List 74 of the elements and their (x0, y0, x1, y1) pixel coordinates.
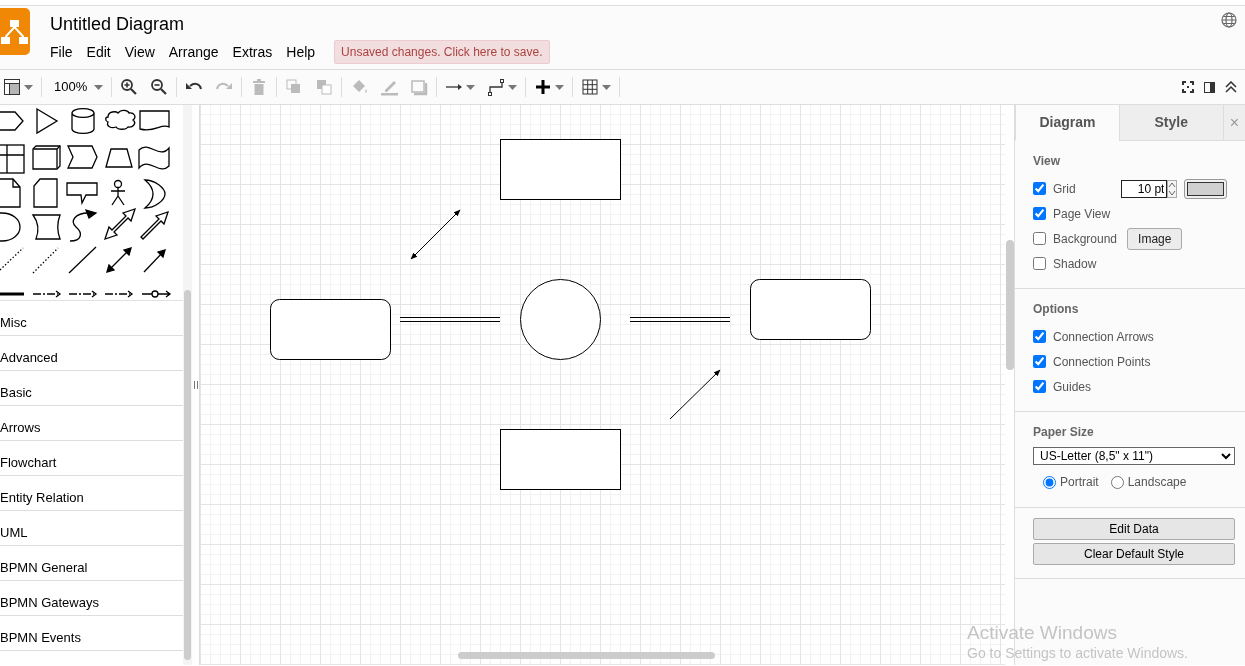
format-panel-icon[interactable] (1204, 81, 1215, 93)
radio-button[interactable] (1043, 475, 1056, 489)
double-line[interactable] (629, 317, 731, 322)
fullscreen-icon[interactable] (1182, 81, 1194, 93)
arrow[interactable] (669, 369, 721, 420)
radio-button[interactable] (1110, 475, 1124, 489)
option-label[interactable]: Connection Arrows (1033, 327, 1154, 346)
checkbox[interactable] (1033, 232, 1046, 245)
menu-item[interactable]: File (50, 41, 80, 63)
paper-size-select[interactable]: US-Letter (8,5" x 11") (1033, 447, 1235, 465)
option-label[interactable]: Connection Points (1033, 352, 1151, 371)
splitter-handle-icon[interactable] (193, 381, 198, 389)
option-label[interactable]: Grid (1033, 179, 1122, 198)
orientation-option[interactable]: Portrait (1043, 473, 1099, 491)
checkbox[interactable] (1033, 257, 1046, 270)
to-back-icon (315, 78, 334, 96)
panel-button[interactable]: Edit Data (1033, 518, 1235, 540)
caret-icon (602, 84, 612, 90)
zoom-dropdown[interactable]: 100% (50, 77, 104, 97)
section-heading: View (1033, 153, 1062, 170)
section-heading: Paper Size (1033, 424, 1095, 441)
shadow-icon (410, 78, 429, 96)
pencil-icon (380, 78, 399, 96)
menu-item[interactable]: Help (279, 41, 323, 63)
image-button[interactable]: Image (1127, 227, 1183, 250)
rounded-rectangle-shape[interactable] (270, 299, 391, 360)
diagram-title[interactable]: Untitled Diagram (50, 14, 1221, 34)
waypoint-icon (487, 78, 506, 96)
zoom-in-icon (120, 78, 139, 96)
scrollbar-thumb[interactable] (184, 290, 191, 660)
layout-button[interactable] (3, 78, 33, 96)
option-label[interactable]: Background (1033, 229, 1118, 248)
waypoint-button[interactable] (487, 78, 518, 96)
panel-tab[interactable]: Style (1118, 105, 1223, 141)
checkbox[interactable] (1033, 355, 1046, 368)
section-heading: Options (1033, 301, 1080, 318)
rounded-rectangle-shape[interactable] (750, 279, 871, 340)
zoom-in-button[interactable] (120, 78, 139, 96)
zoom-out-button[interactable] (150, 78, 169, 96)
double-line[interactable] (399, 317, 501, 322)
table-icon (581, 78, 600, 96)
menu-item[interactable]: View (117, 41, 162, 63)
caret-icon (555, 84, 565, 90)
scrollbar-thumb[interactable] (1006, 240, 1014, 370)
scrollbar-thumb[interactable] (458, 652, 715, 659)
grid-color-button[interactable] (1184, 178, 1227, 199)
save-notice[interactable]: Unsaved changes. Click here to save. (334, 40, 550, 64)
checkbox[interactable] (1033, 330, 1046, 343)
option-label[interactable]: Guides (1033, 377, 1092, 396)
option-label[interactable]: Shadow (1033, 254, 1097, 273)
collapse-icon[interactable] (1225, 81, 1237, 93)
option-label[interactable]: Page View (1033, 204, 1111, 223)
menu-item[interactable]: Extras (225, 41, 280, 63)
language-icon[interactable] (1221, 11, 1237, 28)
checkbox[interactable] (1033, 380, 1046, 393)
orientation-option[interactable]: Landscape (1110, 473, 1187, 491)
rectangle-shape[interactable] (500, 429, 621, 490)
table-button[interactable] (581, 78, 612, 96)
checkbox[interactable] (1033, 182, 1046, 195)
menu-item[interactable]: Arrange (161, 41, 226, 63)
circle-shape[interactable] (520, 279, 601, 360)
rectangle-shape[interactable] (500, 139, 621, 200)
caret-icon (466, 84, 476, 90)
checkbox[interactable] (1033, 207, 1046, 220)
layout-icon (3, 78, 21, 96)
insert-button[interactable] (534, 78, 565, 96)
caret-icon (508, 84, 518, 90)
caret-icon (94, 84, 104, 90)
caret-icon (24, 84, 33, 90)
panel-button[interactable]: Clear Default Style (1033, 543, 1235, 565)
plus-icon (534, 78, 553, 96)
double-headed-arrow[interactable] (410, 209, 461, 260)
zoom-out-icon (150, 78, 169, 96)
menu-item[interactable]: Edit (79, 41, 118, 63)
